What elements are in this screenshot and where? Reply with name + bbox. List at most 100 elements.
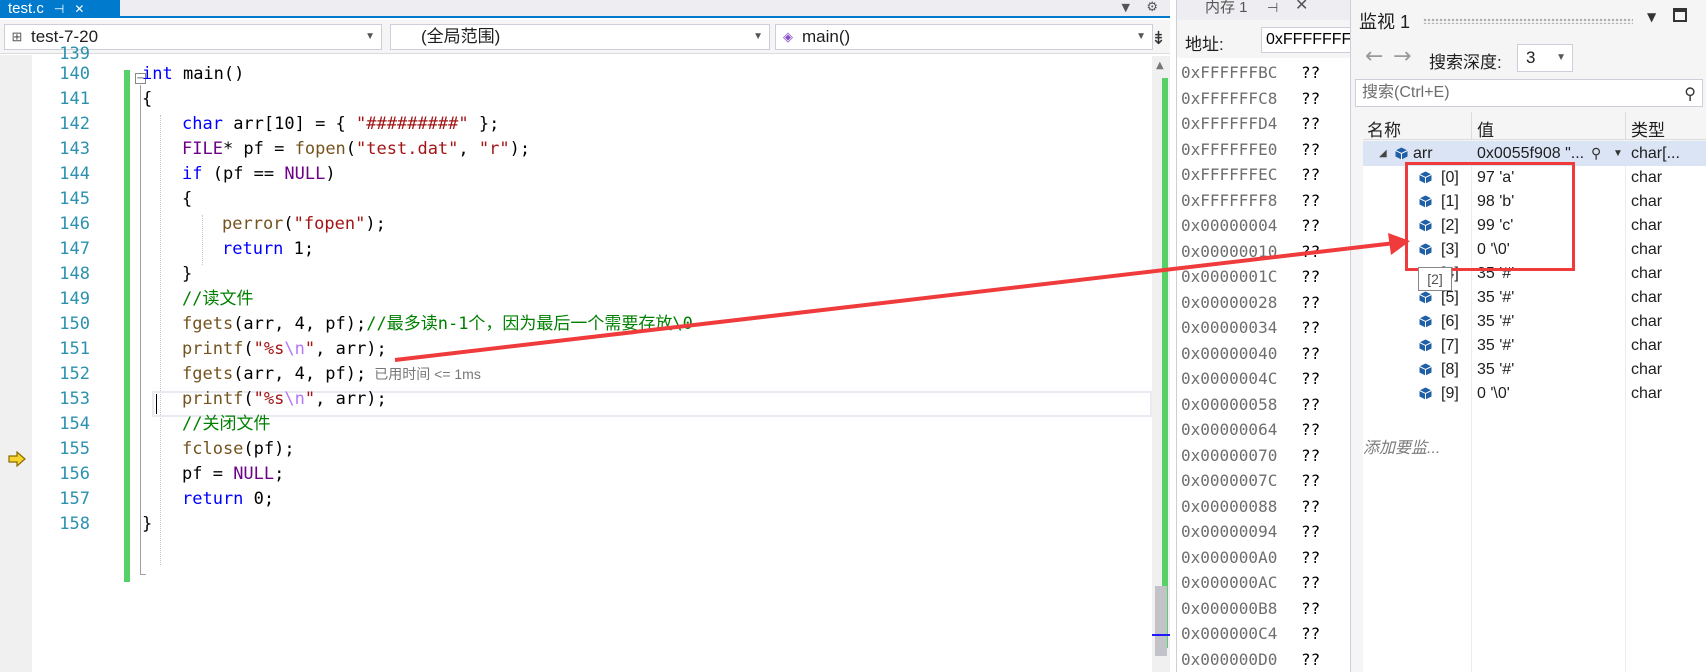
keyword: char	[182, 114, 223, 134]
column-divider[interactable]	[1625, 112, 1626, 140]
column-name[interactable]: 名称	[1367, 116, 1401, 141]
memory-value: ??	[1301, 547, 1321, 567]
gear-icon[interactable]: ⚙	[1146, 0, 1158, 16]
memory-address: 0x00000010	[1181, 241, 1278, 261]
column-value[interactable]: 值	[1477, 116, 1494, 141]
memory-address: 0xFFFFFFE0	[1181, 139, 1278, 159]
pin-icon[interactable]: ⊣	[54, 1, 64, 17]
search-icon[interactable]: ⚲	[1684, 82, 1696, 108]
function-combo-label: main()	[802, 27, 851, 46]
watch-type: char	[1631, 361, 1663, 378]
arrow-left-icon[interactable]: ←	[1365, 44, 1383, 69]
memory-row[interactable]: 0xFFFFFFEC??	[1177, 162, 1331, 187]
memory-row[interactable]: 0x00000064??	[1177, 417, 1331, 442]
function-name: printf	[182, 339, 244, 359]
code-area[interactable]: int main() { char arr[10] = { "#########…	[142, 55, 1154, 672]
project-icon: ⊞	[11, 29, 23, 44]
collapse-triangle-icon[interactable]: ◢	[1379, 141, 1387, 166]
watch-value: 35 '#'	[1477, 337, 1515, 354]
column-divider[interactable]	[1471, 112, 1472, 140]
memory-row[interactable]: 0x000000A0??	[1177, 545, 1331, 570]
code-line-157: return 0;	[182, 486, 274, 513]
search-depth-select[interactable]: 3 ▼	[1517, 44, 1573, 72]
memory-value: ??	[1301, 394, 1321, 414]
memory-tab[interactable]: 内存 1 ⊣ ✕	[1177, 0, 1352, 20]
memory-row[interactable]: 0x000000D0??	[1177, 647, 1331, 672]
maximize-icon[interactable]	[1673, 8, 1687, 22]
window-menu-icon[interactable]: ▼	[1647, 10, 1656, 24]
watch-type: char	[1631, 241, 1663, 258]
keyword: return	[222, 239, 284, 259]
watch-type: char	[1631, 289, 1663, 306]
close-icon[interactable]: ✕	[1295, 0, 1308, 14]
watch-search-input[interactable]: 搜索(Ctrl+E) ⚲	[1355, 79, 1703, 107]
memory-row[interactable]: 0x00000034??	[1177, 315, 1331, 340]
scroll-up-icon[interactable]: ▲	[1156, 60, 1164, 71]
memory-row[interactable]: 0x000000B8??	[1177, 596, 1331, 621]
memory-address: 0xFFFFFFD4	[1181, 114, 1278, 133]
chevron-down-icon[interactable]: ▼	[1613, 141, 1623, 166]
watch-row[interactable]: [5] 35 '#' char	[1363, 285, 1706, 310]
memory-row[interactable]: 0x00000094??	[1177, 519, 1331, 544]
memory-row[interactable]: 0xFFFFFFE0??	[1177, 137, 1331, 162]
arrow-right-icon[interactable]: →	[1393, 44, 1411, 69]
memory-row[interactable]: 0x00000028??	[1177, 290, 1331, 315]
memory-row[interactable]: 0x00000010??	[1177, 239, 1331, 264]
memory-row[interactable]: 0xFFFFFFD4??	[1177, 111, 1331, 136]
variable-cube-icon	[1419, 387, 1432, 400]
watch-row[interactable]: [8] 35 '#' char	[1363, 357, 1706, 382]
memory-row[interactable]: 0xFFFFFFF8??	[1177, 188, 1331, 213]
memory-row[interactable]: 0x00000004??	[1177, 213, 1331, 238]
memory-row[interactable]: 0x0000007C??	[1177, 468, 1331, 493]
drag-grip[interactable]	[1423, 18, 1633, 24]
memory-row[interactable]: 0x000000AC??	[1177, 570, 1331, 595]
breakpoint-gutter[interactable]	[0, 55, 32, 672]
code-text: (	[243, 389, 254, 409]
watch-type: char	[1631, 385, 1663, 402]
watch-column-header: 名称 值 类型	[1363, 112, 1706, 140]
code-line-155: fclose(pf);	[182, 436, 295, 463]
chevron-down-icon: ▼	[1136, 31, 1146, 42]
add-watch-item[interactable]: 添加要监...	[1363, 434, 1440, 458]
watch-type: char[...	[1631, 145, 1680, 162]
memory-row[interactable]: 0xFFFFFFBC??	[1177, 60, 1331, 85]
address-input[interactable]: 0xFFFFFFFF	[1261, 27, 1352, 53]
scrollbar-thumb[interactable]	[1155, 586, 1167, 656]
close-icon[interactable]: ✕	[74, 1, 84, 17]
line-number: 152	[59, 364, 90, 384]
memory-value: ??	[1301, 573, 1321, 592]
escape-sequence: \n	[284, 389, 305, 409]
tab-overflow-icon[interactable]: ▼	[1122, 0, 1130, 16]
watch-row[interactable]: [6] 35 '#' char	[1363, 309, 1706, 334]
memory-row[interactable]: 0x00000040??	[1177, 341, 1331, 366]
memory-row[interactable]: 0xFFFFFFC8??	[1177, 86, 1331, 111]
split-window-icon[interactable]: ⇟	[1151, 28, 1166, 49]
address-label: 地址:	[1185, 35, 1224, 54]
editor-vertical-scrollbar[interactable]: ▲	[1152, 56, 1170, 672]
column-type[interactable]: 类型	[1631, 116, 1665, 141]
memory-value: ??	[1301, 165, 1321, 184]
string-literal: "#########"	[356, 114, 469, 134]
code-line-144: if (pf == NULL)	[182, 161, 336, 188]
function-combo[interactable]: ◈ main() ▼	[775, 24, 1153, 50]
macro: NULL	[233, 464, 275, 484]
memory-row[interactable]: 0x0000004C??	[1177, 366, 1331, 391]
watch-row[interactable]: [7] 35 '#' char	[1363, 333, 1706, 358]
keyword: return	[182, 489, 244, 509]
visualizer-search-icon[interactable]: ⚲	[1591, 141, 1601, 166]
memory-row[interactable]: 0x000000C4??	[1177, 621, 1331, 646]
perf-tip[interactable]: 已用时间 <= 1ms	[374, 366, 481, 382]
memory-row[interactable]: 0x00000070??	[1177, 443, 1331, 468]
memory-row[interactable]: 0x00000088??	[1177, 494, 1331, 519]
scope-combo[interactable]: (全局范围) ▼	[390, 24, 770, 50]
watch-name: [6]	[1441, 313, 1459, 330]
memory-row[interactable]: 0x00000058??	[1177, 392, 1331, 417]
memory-row[interactable]: 0x0000001C??	[1177, 264, 1331, 289]
memory-address: 0x000000AC	[1181, 573, 1278, 592]
memory-rows[interactable]: 0xFFFFFFBC?? 0xFFFFFFC8?? 0xFFFFFFD4?? 0xFF…	[1177, 58, 1352, 672]
memory-address-bar: 地址: 0xFFFFFFFF	[1177, 24, 1352, 56]
watch-row[interactable]: [9] 0 '\0' char	[1363, 381, 1706, 406]
code-text: , arr);	[315, 339, 387, 359]
pin-icon[interactable]: ⊣	[1267, 0, 1278, 16]
tab-test-c[interactable]: test.c ⊣ ✕	[0, 0, 120, 18]
